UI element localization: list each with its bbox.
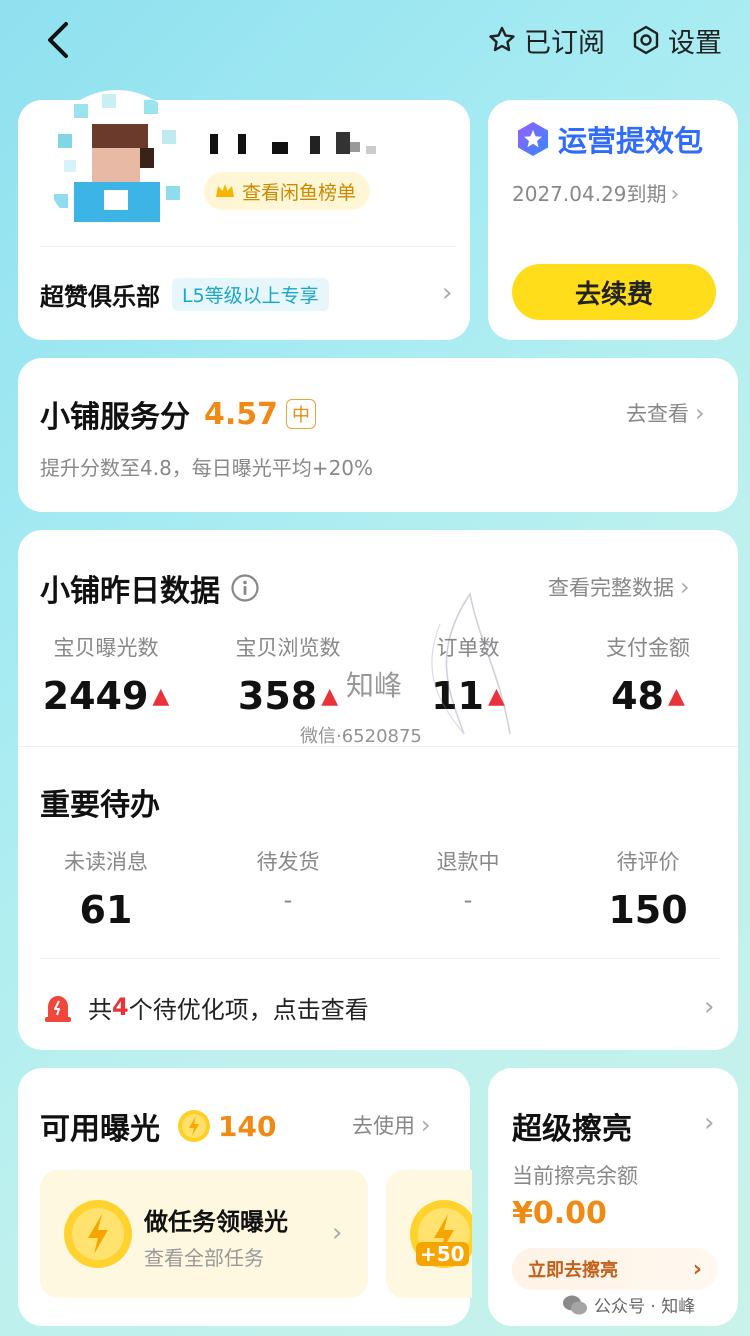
service-score: 4.57 [204,396,279,432]
task-title: 做任务领曝光 [144,1208,288,1236]
full-data-chevron-icon: › [680,573,690,601]
trend-up-icon: ▲ [667,683,685,709]
stat-value-exposure[interactable]: 2449 ▲ [26,674,186,718]
todo-value-unread[interactable]: 61 [26,888,186,932]
shine-now-label: 立即去擦亮 [528,1260,618,1281]
shine-balance-label: 当前擦亮余额 [512,1164,638,1188]
footer-watermark: 公众号 · 知峰 [562,1292,695,1317]
exposure-count: 140 [218,1109,277,1143]
lightning-coin-icon [178,1110,210,1142]
shine-chevron-icon: › [704,1108,715,1138]
package-expiry-row[interactable]: 2027.04.29到期 › [512,178,679,207]
service-chevron-icon: › [695,399,705,427]
watermark-name: 知峰 [346,669,403,702]
todo-label: 退款中 [436,850,500,874]
alert-suffix: 个待优化项，点击查看 [128,995,369,1024]
service-title: 小铺服务分 [40,400,190,435]
avatar-image [44,90,190,236]
exposure-use-label: 去使用 [352,1114,415,1138]
watermark-butterfly [410,584,520,744]
rank-chip-label: 查看闲鱼榜单 [242,181,357,204]
club-chevron-icon: › [442,278,453,308]
info-icon[interactable] [230,573,260,603]
avatar[interactable] [44,90,190,236]
butterfly-watermark-icon [431,591,511,735]
stat-label: 宝贝曝光数 [53,636,159,660]
todo-label: 未读消息 [64,850,148,874]
renew-button[interactable]: 去续费 [512,264,716,320]
todo-divider [40,958,720,959]
stat-number: 2449 [42,674,149,718]
stats-divider [18,746,738,747]
bonus-coin [408,1198,472,1278]
stat-label: 支付金额 [606,636,690,660]
exposure-chevron-icon: › [421,1111,431,1139]
settings-icon [633,25,659,55]
shine-balance: ¥0.00 [512,1196,607,1231]
shine-title[interactable]: 超级擦亮 [512,1104,632,1148]
crown-icon [216,184,234,197]
stat-number: 358 [237,674,318,718]
trend-up-icon: ▲ [152,683,170,709]
alert-chevron-icon: › [704,992,715,1022]
shine-chevron-right-icon: › [692,1256,702,1282]
username-masked [210,128,390,158]
service-hint: 提升分数至4.8，每日曝光平均+20% [40,456,374,480]
watermark-wechat: 微信·6520875 [300,726,422,747]
package-title-row[interactable]: 运营提效包 [514,118,703,160]
lightning-coin-large-icon [64,1200,132,1268]
club-row[interactable]: 超赞俱乐部 L5等级以上专享 [40,274,460,314]
club-title: 超赞俱乐部 [40,282,160,311]
yesterday-title: 小铺昨日数据 [40,574,220,609]
profile-divider [40,246,456,247]
package-title: 运营提效包 [558,124,704,158]
todo-label: 待发货 [256,850,320,874]
todo-title: 重要待办 [40,788,160,823]
club-tag: L5等级以上专享 [172,277,329,311]
exposure-title-row: 可用曝光 140 [40,1104,276,1148]
stat-value-payment[interactable]: 48 ▲ [568,674,728,718]
service-level-badge: 中 [286,399,317,429]
settings-link[interactable]: 设置 [630,20,722,60]
package-icon [518,122,548,156]
stat-value-views[interactable]: 358 ▲ [208,674,368,718]
settings-label: 设置 [668,27,722,59]
todo-label: 待评价 [616,850,680,874]
pixelated-username [210,132,376,154]
expiry-chevron-icon: › [670,182,680,207]
stat-label: 宝贝浏览数 [235,636,341,660]
wechat-icon [563,1295,587,1314]
subscribed-label: 已订阅 [524,27,605,59]
exposure-title: 可用曝光 [40,1112,160,1147]
service-view-label: 去查看 [626,402,689,426]
trend-up-icon: ▲ [321,683,339,709]
star-outline-icon [489,26,515,52]
yesterday-title-row: 小铺昨日数据 [40,566,260,610]
stat-number: 48 [611,674,664,718]
package-expiry: 2027.04.29到期 [512,182,667,206]
shine-now-button[interactable]: 立即去擦亮 › [512,1248,718,1290]
rank-chip[interactable]: 查看闲鱼榜单 [204,172,371,210]
task-subtitle: 查看全部任务 [144,1246,264,1270]
exposure-use-link[interactable]: 去使用 › [352,1110,431,1140]
todo-value-to-review[interactable]: 150 [568,888,728,932]
chevron-left-icon [48,22,68,58]
bonus-badge: +50 [416,1242,469,1266]
task-chevron-icon: › [332,1218,343,1248]
service-view-link[interactable]: 去查看 › [626,398,705,428]
alert-count: 4 [112,993,129,1021]
service-title-row: 小铺服务分 4.57 中 [40,392,317,436]
back-button[interactable] [38,18,78,62]
todo-value-to-ship[interactable]: - [208,886,368,914]
full-data-label: 查看完整数据 [548,576,674,600]
alarm-icon [45,996,71,1022]
subscribed-link[interactable]: 已订阅 [486,20,605,60]
optimization-alert-row[interactable]: 共 4 个待优化项，点击查看 [40,985,720,1029]
alert-prefix: 共 [88,995,112,1024]
task-coin [62,1198,134,1274]
footer-account: 公众号 · 知峰 [594,1297,696,1317]
full-data-link[interactable]: 查看完整数据 › [548,572,690,602]
todo-value-refunding[interactable]: - [388,886,548,914]
